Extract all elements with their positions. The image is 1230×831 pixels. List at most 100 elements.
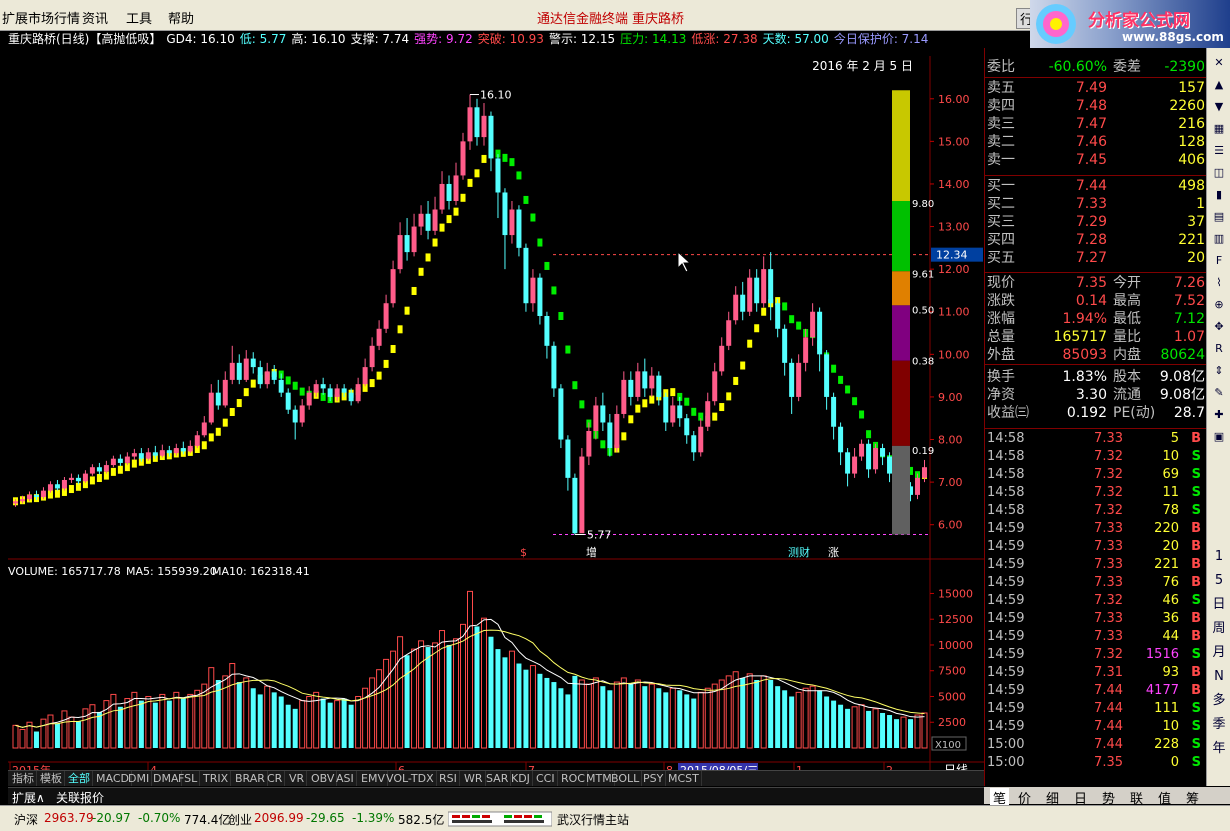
trade-time: 14:58 [987, 503, 1025, 518]
candle-body [775, 303, 781, 329]
indicator-tab[interactable]: SAR [484, 771, 512, 786]
trade-price: 7.32 [1094, 503, 1123, 518]
ask-row[interactable]: 卖四 7.48 2260 [987, 97, 1205, 115]
candle-body [390, 269, 396, 304]
period-button[interactable]: 1 [1209, 548, 1229, 565]
indicator-tab[interactable]: WR [462, 771, 486, 786]
volume-bar [725, 675, 732, 749]
indicator-tab[interactable]: 指标 [10, 771, 37, 786]
volume-bar [880, 712, 886, 748]
ask-row[interactable]: 卖五 7.49 157 [987, 79, 1205, 97]
move-icon[interactable]: ✥ [1209, 318, 1229, 335]
stat-row: 换手 1.83% 股本 9.08亿 [987, 368, 1205, 386]
indicator-tab[interactable]: BOLL [609, 771, 643, 786]
bid-price: 7.44 [1075, 178, 1107, 194]
indicator-tab[interactable]: 全部 [66, 771, 93, 786]
period-button[interactable]: N [1209, 668, 1229, 685]
up-icon[interactable]: ▲ [1209, 76, 1229, 93]
menu-tools[interactable]: 工具 [126, 8, 152, 27]
bars-icon[interactable]: ▮ [1209, 186, 1229, 203]
range-band [892, 445, 910, 535]
candle-body [320, 384, 326, 389]
cross-icon[interactable]: ✚ [1209, 406, 1229, 423]
pen-icon[interactable]: ✎ [1209, 384, 1229, 401]
grid-icon[interactable]: ▦ [1209, 120, 1229, 137]
menu-help[interactable]: 帮助 [168, 8, 194, 27]
period-button[interactable]: 季 [1209, 716, 1229, 733]
price-tick-label: 14.00 [938, 178, 970, 191]
bid-volume: 221 [1178, 232, 1205, 248]
candle-body [145, 452, 151, 459]
stat-row-value2: 7.26 [1173, 275, 1205, 291]
indicator-tab[interactable]: VOL-TDX [384, 771, 437, 786]
indicator-tab[interactable]: TRIX [201, 771, 232, 786]
volume-bar [355, 695, 362, 749]
period-button[interactable]: 日 [1209, 596, 1229, 613]
trade-time: 14:59 [987, 557, 1025, 572]
menu-news[interactable]: 资讯 [82, 8, 108, 27]
indicator-tab[interactable]: FSL [176, 771, 201, 786]
period-button[interactable]: 多 [1209, 692, 1229, 709]
trend-segment [404, 306, 410, 315]
close-icon[interactable]: ✕ [1209, 54, 1229, 71]
volume-bar [607, 690, 613, 748]
rsi-icon[interactable]: R [1209, 340, 1229, 357]
tab-extend[interactable]: 扩展∧ [12, 789, 45, 806]
ask-row[interactable]: 卖一 7.45 406 [987, 151, 1205, 169]
indicator-tab[interactable]: BRAR [233, 771, 268, 786]
ask-row[interactable]: 卖二 7.46 128 [987, 133, 1205, 151]
ask-row[interactable]: 卖三 7.47 216 [987, 115, 1205, 133]
indicator-tab[interactable]: CCI [534, 771, 558, 786]
indicator-tab[interactable]: 模板 [38, 771, 65, 786]
menu-ext-market[interactable]: 扩展市场行情 [2, 8, 80, 27]
doc-icon[interactable]: ▤ [1209, 208, 1229, 225]
bid-row[interactable]: 买五 7.27 20 [987, 249, 1205, 267]
indicator-tab[interactable]: PSY [641, 771, 667, 786]
volume-bar [768, 680, 774, 748]
indicator-tab[interactable]: DMI [126, 771, 153, 786]
indicator-tab[interactable]: CR [265, 771, 286, 786]
indicator-tab[interactable]: ASI [334, 771, 357, 786]
indicator-tab[interactable]: KDJ [509, 771, 533, 786]
candle-body [915, 477, 921, 495]
trend-segment [712, 412, 718, 421]
candle-body [117, 458, 123, 463]
kline-chart[interactable]: 2016 年 2 月 5 日16.0015.0014.0013.0012.001… [8, 48, 984, 786]
zoom-icon[interactable]: ⊕ [1209, 296, 1229, 313]
indicator-tab[interactable]: VR [287, 771, 308, 786]
stat-row-label2: 最高 [1113, 293, 1141, 309]
candle-body [159, 450, 165, 456]
arrows-icon[interactable]: ⇕ [1209, 362, 1229, 379]
server-name[interactable]: 武汉行情主站 [557, 811, 629, 828]
volume-bar [33, 731, 39, 748]
period-button[interactable]: 月 [1209, 644, 1229, 661]
divider [985, 272, 1207, 273]
volume-bar [508, 650, 515, 749]
trade-volume: 10 [1162, 719, 1179, 734]
volume-bar [180, 698, 186, 748]
f10-icon[interactable]: F [1209, 252, 1229, 269]
volume-bar [544, 677, 550, 748]
list-icon[interactable]: ☰ [1209, 142, 1229, 159]
cy-index-label: 创业 [228, 813, 253, 827]
bid-row[interactable]: 买一 7.44 498 [987, 177, 1205, 195]
bid-row[interactable]: 买三 7.29 37 [987, 213, 1205, 231]
bid-row[interactable]: 买四 7.28 221 [987, 231, 1205, 249]
volume-bar [47, 714, 54, 749]
kline-icon[interactable]: ⌇ [1209, 274, 1229, 291]
down-icon[interactable]: ▼ [1209, 98, 1229, 115]
table-icon[interactable]: ▥ [1209, 230, 1229, 247]
period-button[interactable]: 5 [1209, 572, 1229, 589]
indicator-tab[interactable]: RSI [437, 771, 460, 786]
trade-volume: 11 [1162, 485, 1179, 500]
candle-body [96, 467, 102, 472]
cy-index-pct: -1.39% [352, 811, 395, 825]
period-button[interactable]: 年 [1209, 740, 1229, 757]
bid-row[interactable]: 买二 7.33 1 [987, 195, 1205, 213]
tab-related-quote[interactable]: 关联报价 [56, 789, 104, 806]
trade-volume: 20 [1162, 539, 1179, 554]
indicator-tab[interactable]: MCST [666, 771, 702, 786]
chart-icon[interactable]: ◫ [1209, 164, 1229, 181]
box-icon[interactable]: ▣ [1209, 428, 1229, 445]
period-button[interactable]: 周 [1209, 620, 1229, 637]
